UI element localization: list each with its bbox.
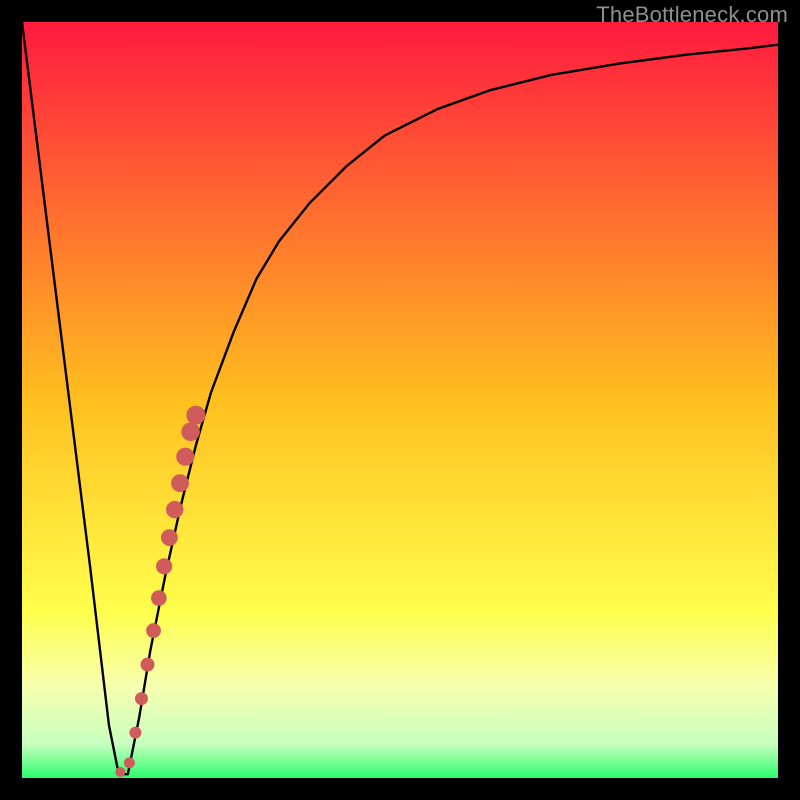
highlight-dot — [146, 623, 161, 638]
highlight-dot — [186, 406, 205, 425]
highlight-dot — [181, 422, 200, 441]
plot-area — [22, 22, 778, 778]
highlight-dot — [151, 590, 167, 606]
highlight-dot — [115, 767, 125, 777]
bottleneck-curve — [22, 22, 778, 774]
highlight-dots — [115, 406, 205, 777]
outer-frame: TheBottleneck.com — [0, 0, 800, 800]
highlight-dot — [156, 558, 172, 574]
highlight-dot — [141, 658, 155, 672]
highlight-dot — [135, 692, 148, 705]
watermark-text: TheBottleneck.com — [596, 2, 788, 28]
highlight-dot — [161, 529, 178, 546]
highlight-dot — [171, 474, 189, 492]
highlight-dot — [176, 448, 194, 466]
highlight-dot — [124, 757, 135, 768]
highlight-dot — [166, 501, 183, 518]
highlight-dot — [129, 727, 141, 739]
chart-overlay — [22, 22, 778, 778]
